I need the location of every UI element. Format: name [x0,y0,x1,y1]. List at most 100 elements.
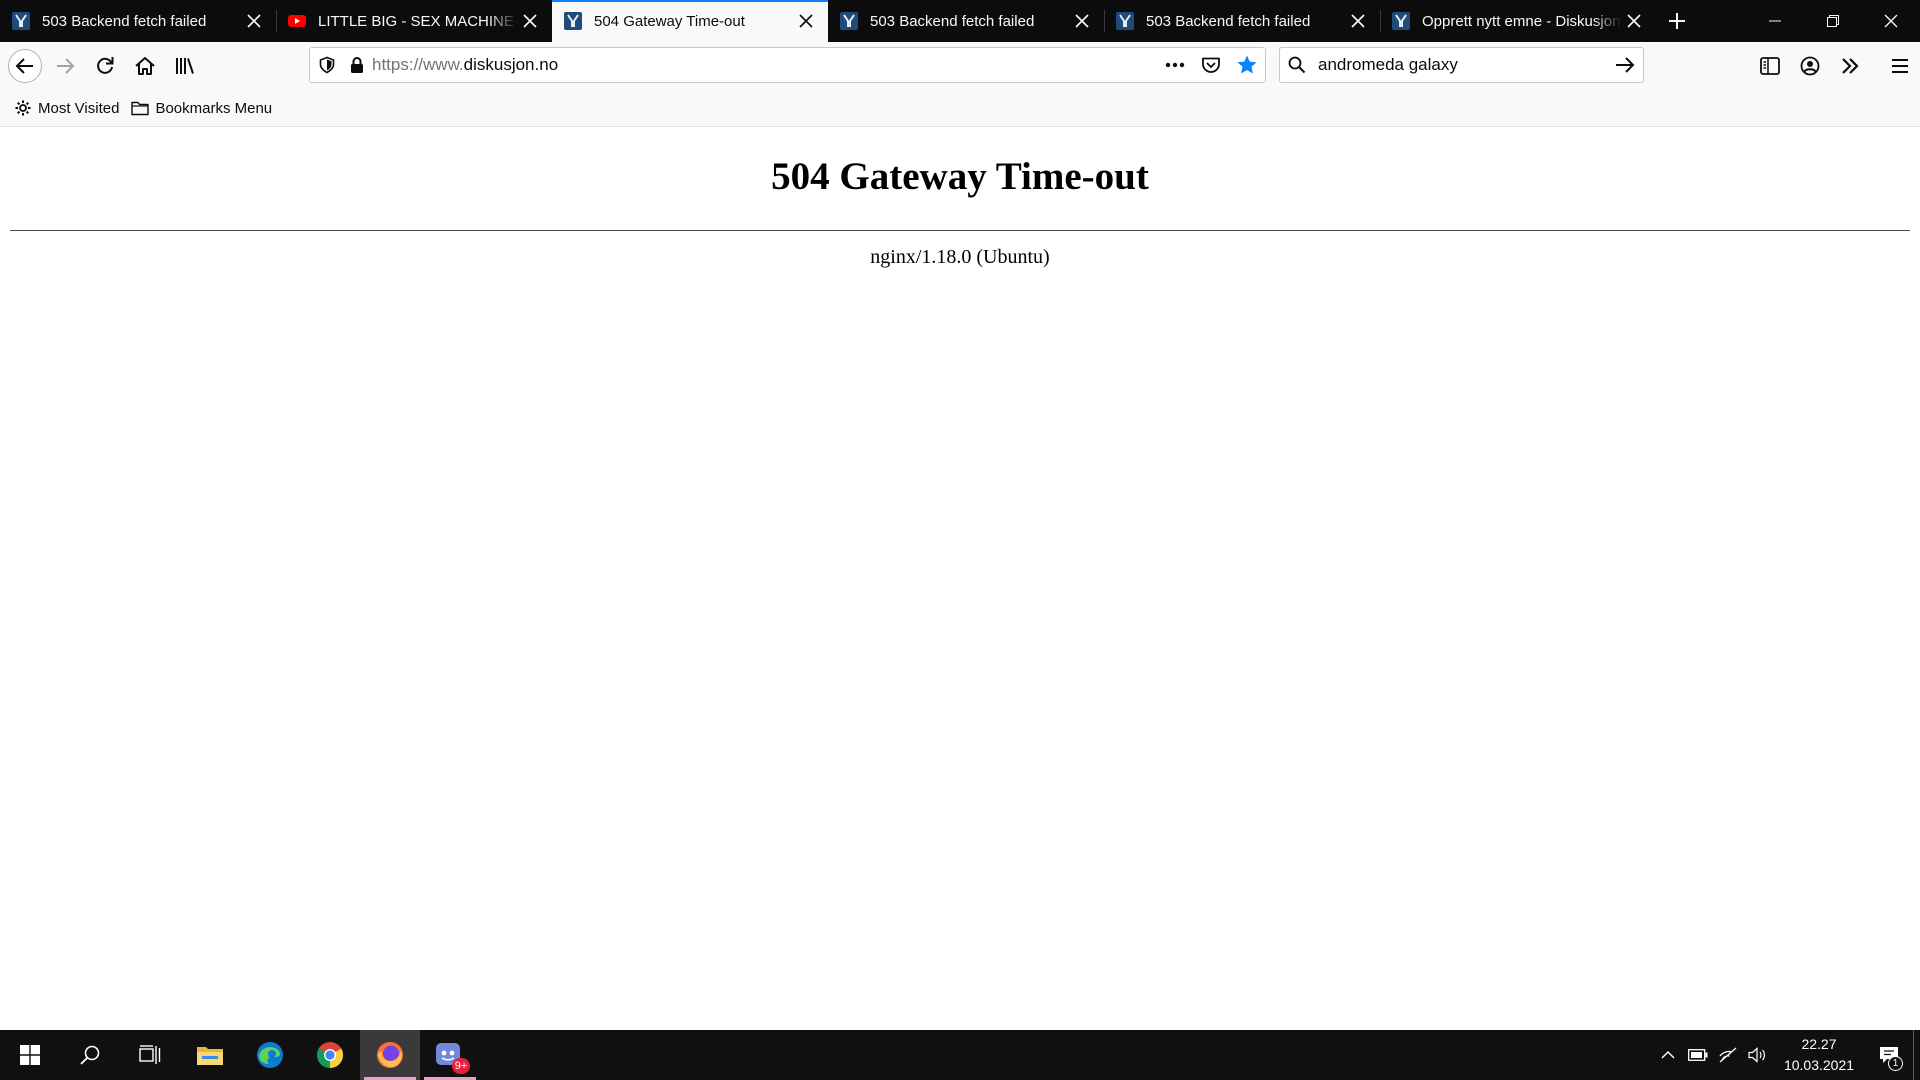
taskbar-search-button[interactable] [60,1030,120,1080]
windows-taskbar: 9+ 22.27 10.03.2021 1 [0,1030,1920,1080]
tab-title: Opprett nytt emne - Diskusjon.no [1422,12,1622,30]
bookmark-label: Bookmarks Menu [155,99,273,117]
hamburger-menu-icon [1892,59,1908,73]
task-view-icon [139,1045,161,1064]
tab-title: 504 Gateway Time-out [594,12,745,30]
bookmark-star-button[interactable] [1229,48,1265,82]
url-text[interactable]: https://www.diskusjon.no [372,55,558,75]
chevron-double-right-icon [1842,58,1859,74]
more-dots-icon [1165,62,1185,68]
file-explorer-icon [197,1047,223,1065]
network-button[interactable] [1713,1030,1743,1080]
notification-count: 1 [1888,1056,1903,1071]
tab-504-gateway-timeout[interactable]: 504 Gateway Time-out [552,0,828,42]
search-input[interactable] [1318,50,1607,80]
folder-icon [131,101,150,116]
tab-503-backend-2[interactable]: 503 Backend fetch failed [828,0,1104,42]
diskusjon-favicon [1392,12,1410,30]
arrow-right-icon [1616,57,1635,73]
back-button[interactable] [5,46,45,86]
sidebar-button[interactable] [1750,46,1790,86]
tab-opprett-nytt-emne[interactable]: Opprett nytt emne - Diskusjon.no [1380,0,1656,42]
restore-icon [1827,15,1839,27]
plus-icon [1669,13,1685,29]
close-tab-icon[interactable] [1070,9,1094,33]
forward-button[interactable] [45,46,85,86]
youtube-favicon [288,15,306,27]
close-tab-icon[interactable] [242,9,266,33]
navigation-toolbar: https://www.diskusjon.no [0,42,1920,90]
close-window-button[interactable] [1862,0,1920,42]
diskusjon-favicon [564,12,582,30]
tab-503-backend-1[interactable]: 503 Backend fetch failed [0,0,276,42]
page-actions [1157,48,1265,82]
close-icon [1884,14,1898,28]
wifi-icon [1719,1047,1737,1063]
firefox-account-button[interactable] [1790,46,1830,86]
library-button[interactable] [165,46,205,86]
tab-title: 503 Backend fetch failed [42,12,207,30]
close-tab-icon[interactable] [1346,9,1370,33]
discord-taskbar-button[interactable]: 9+ [420,1030,480,1080]
taskbar-clock[interactable]: 22.27 10.03.2021 [1773,1034,1865,1076]
bookmark-label: Most Visited [38,99,120,117]
action-center-button[interactable]: 1 [1865,1030,1913,1080]
pocket-icon [1202,57,1220,73]
error-heading: 504 Gateway Time-out [771,155,1149,198]
pocket-button[interactable] [1193,48,1229,82]
file-explorer-button[interactable] [180,1030,240,1080]
search-bar[interactable] [1279,47,1644,83]
bookmark-most-visited[interactable]: Most Visited [8,93,125,123]
discord-badge: 9+ [452,1058,470,1074]
chrome-button[interactable] [300,1030,360,1080]
url-host: diskusjon.no [463,55,559,74]
show-hidden-icons-button[interactable] [1653,1030,1683,1080]
page-actions-button[interactable] [1157,48,1193,82]
firefox-taskbar-button[interactable] [360,1030,420,1080]
lock-icon[interactable] [344,48,370,82]
tab-title: 503 Backend fetch failed [870,12,1035,30]
search-go-button[interactable] [1607,48,1643,82]
library-icon [176,58,194,74]
windows-logo-icon [20,1045,40,1065]
back-arrow-icon [8,49,42,83]
bookmark-bookmarks-menu[interactable]: Bookmarks Menu [125,93,278,123]
start-button[interactable] [0,1030,60,1080]
edge-button[interactable] [240,1030,300,1080]
close-tab-icon[interactable] [518,9,542,33]
clock-date: 10.03.2021 [1783,1057,1855,1073]
task-view-button[interactable] [120,1030,180,1080]
tracking-protection-shield-icon[interactable] [310,48,344,82]
toolbar-right [1750,46,1920,86]
close-tab-icon[interactable] [794,9,818,33]
home-button[interactable] [125,46,165,86]
tab-youtube-little-big[interactable]: LITTLE BIG - SEX MACHINE (Official Music… [276,0,552,42]
diskusjon-favicon [12,12,30,30]
close-tab-icon[interactable] [1622,9,1646,33]
reload-icon [97,57,114,74]
sidebar-icon [1760,57,1780,75]
url-bar[interactable]: https://www.diskusjon.no [309,47,1266,83]
tab-title: 503 Backend fetch failed [1146,12,1311,30]
horizontal-rule [10,230,1910,231]
new-tab-button[interactable] [1656,0,1698,42]
reload-button[interactable] [85,46,125,86]
restore-button[interactable] [1804,0,1862,42]
edge-icon [257,1042,283,1068]
firefox-icon [377,1042,403,1068]
overflow-menu-button[interactable] [1830,46,1870,86]
minimize-button[interactable] [1746,0,1804,42]
gear-icon [15,100,31,116]
search-icon[interactable] [1280,48,1314,82]
show-desktop-button[interactable] [1913,1030,1920,1080]
battery-button[interactable] [1683,1030,1713,1080]
url-protocol: https://www. [372,55,464,74]
bookmarks-toolbar: Most Visited Bookmarks Menu [0,90,1920,127]
volume-button[interactable] [1743,1030,1773,1080]
star-filled-icon [1237,55,1257,74]
open-menu-button[interactable] [1880,46,1920,86]
tab-strip: 503 Backend fetch failed LITTLE BIG - SE… [0,0,1920,42]
chevron-up-icon [1661,1051,1675,1059]
tab-503-backend-3[interactable]: 503 Backend fetch failed [1104,0,1380,42]
speaker-icon [1748,1047,1765,1063]
